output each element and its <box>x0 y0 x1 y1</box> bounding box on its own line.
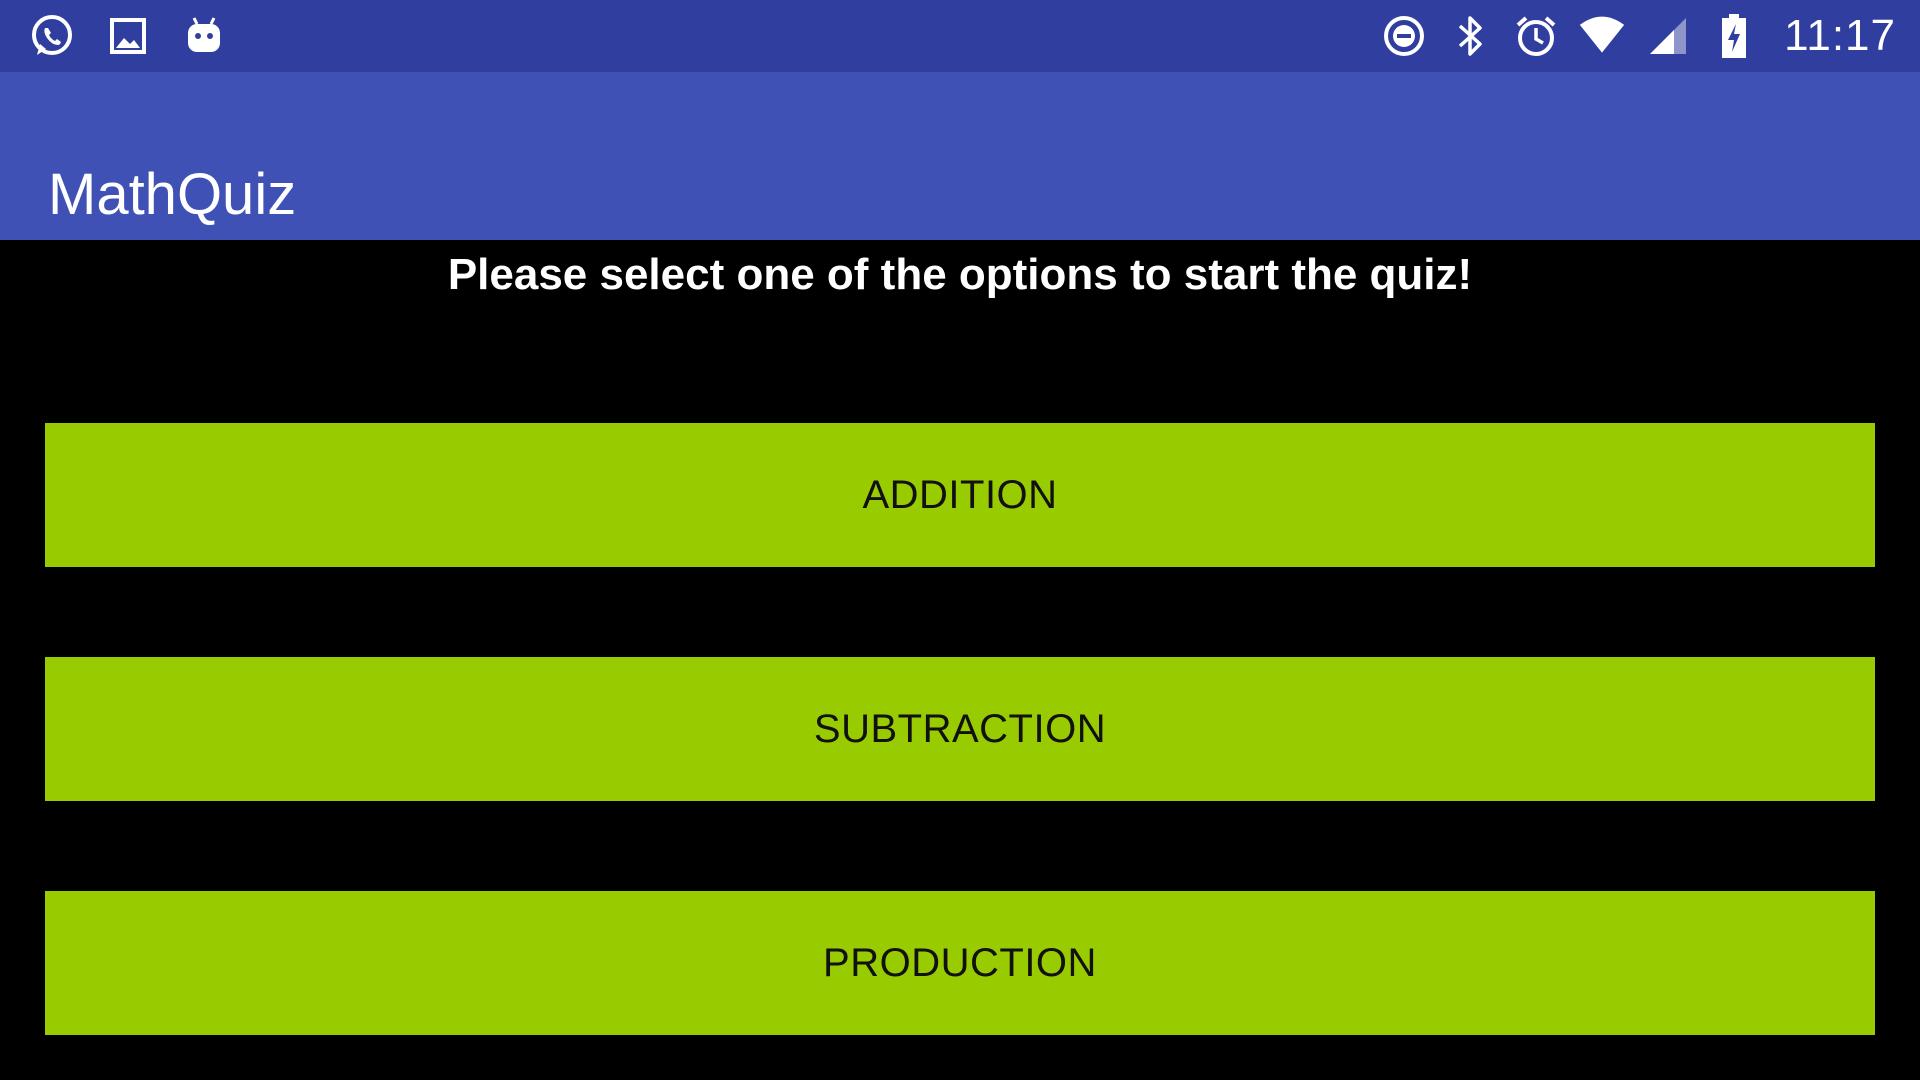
bluetooth-icon <box>1446 12 1494 60</box>
status-clock: 11:17 <box>1784 11 1896 60</box>
subtraction-button-label: SUBTRACTION <box>813 706 1107 751</box>
battery-charging-icon <box>1710 12 1758 60</box>
production-button[interactable]: PRODUCTION <box>45 891 1875 1035</box>
wifi-icon <box>1578 12 1626 60</box>
cell-signal-icon <box>1644 12 1692 60</box>
production-button-label: PRODUCTION <box>823 940 1097 985</box>
instruction-text: Please select one of the options to star… <box>447 250 1473 299</box>
alarm-clock-icon <box>1512 12 1560 60</box>
app-bar: MathQuiz <box>0 72 1920 240</box>
android-debug-icon <box>180 12 228 60</box>
addition-button-label: ADDITION <box>862 472 1058 517</box>
status-bar: 11:17 <box>0 0 1920 72</box>
do-not-disturb-icon <box>1380 12 1428 60</box>
system-status-icons: 11:17 <box>1380 0 1896 72</box>
main-content: Please select one of the options to star… <box>0 240 1920 1080</box>
gallery-image-icon <box>104 12 152 60</box>
subtraction-button[interactable]: SUBTRACTION <box>45 657 1875 801</box>
notification-icons <box>28 0 228 72</box>
addition-button[interactable]: ADDITION <box>45 423 1875 567</box>
whatsapp-icon <box>28 12 76 60</box>
